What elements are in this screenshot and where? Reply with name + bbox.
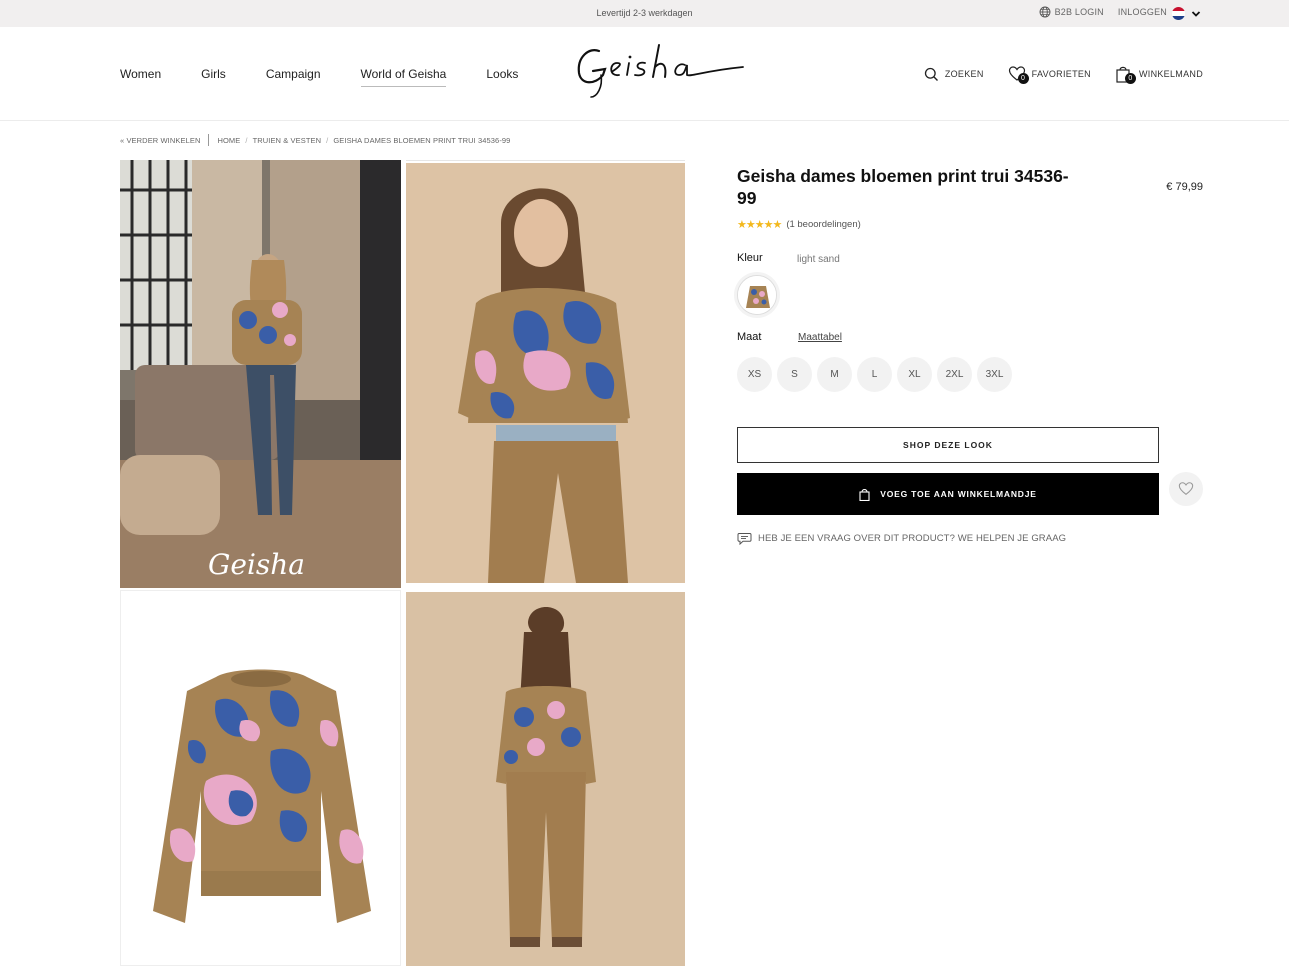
product-image-lifestyle[interactable]: Geisha [120,160,401,588]
product-rating[interactable]: ★★★★★ (1 beoordelingen) [737,218,861,231]
breadcrumb-divider [208,134,210,146]
size-option-xl[interactable]: XL [897,357,932,392]
product-image-back[interactable] [406,592,685,966]
breadcrumb-current: GEISHA DAMES BLOEMEN PRINT TRUI 34536-99 [333,135,511,145]
size-option-l[interactable]: L [857,357,892,392]
product-help-label: HEB JE EEN VRAAG OVER DIT PRODUCT? WE HE… [758,533,1067,544]
chevron-down-icon[interactable] [1191,9,1201,19]
size-selector: XS S M L XL 2XL 3XL [737,357,1012,392]
globe-icon [1039,6,1051,18]
heart-icon: 0 [1008,65,1029,84]
main-header: Women Girls Campaign World of Geisha Loo… [0,27,1289,121]
add-to-cart-button[interactable]: VOEG TOE AAN WINKELMANDJE [737,473,1159,515]
geisha-logo[interactable] [573,41,749,101]
gallery-watermark: Geisha [208,548,305,581]
color-label: Kleur [737,252,763,264]
nav-item-world-of-geisha[interactable]: World of Geisha [360,67,447,87]
nav-item-girls[interactable]: Girls [201,67,226,87]
header-actions: ZOEKEN 0 FAVORIETEN 0 WINKELMAND [924,65,1203,84]
nav-item-looks[interactable]: Looks [486,67,518,87]
product-title: Geisha dames bloemen print trui 34536-99 [737,166,1069,208]
top-bar-links: B2B LOGIN INLOGGEN [1039,6,1215,18]
login-link[interactable]: INLOGGEN [1118,7,1167,17]
color-swatch-light-sand[interactable] [737,275,777,315]
shop-the-look-button[interactable]: SHOP DEZE LOOK [737,427,1159,463]
product-price: € 79,99 [1166,181,1203,193]
continue-shopping-link[interactable]: « VERDER WINKELEN [120,136,200,145]
breadcrumb-category[interactable]: TRUIEN & VESTEN [253,136,322,145]
top-bar: Levertijd 2-3 werkdagen B2B LOGIN INLOGG… [0,0,1289,27]
cart-button[interactable]: 0 WINKELMAND [1115,65,1203,84]
cart-label: WINKELMAND [1138,69,1203,79]
size-option-2xl[interactable]: 2XL [937,357,972,392]
size-option-s[interactable]: S [777,357,812,392]
heart-icon [1178,482,1194,496]
star-rating-icon: ★★★★★ [737,219,782,231]
product-image-packshot[interactable] [120,590,401,966]
review-count: (1 beoordelingen) [786,219,861,230]
cart-count-badge: 0 [1124,73,1136,84]
nav-item-women[interactable]: Women [120,67,161,87]
favorites-count-badge: 0 [1017,73,1029,84]
size-label: Maat [737,331,762,343]
netherlands-flag-icon[interactable] [1172,7,1185,20]
search-label: ZOEKEN [944,69,984,79]
main-nav: Women Girls Campaign World of Geisha Loo… [120,67,518,87]
favorites-label: FAVORIETEN [1031,69,1091,79]
size-option-xs[interactable]: XS [737,357,772,392]
chat-bubble-icon [737,533,752,545]
search-button[interactable]: ZOEKEN [924,65,984,83]
add-to-cart-label: VOEG TOE AAN WINKELMANDJE [880,489,1037,499]
add-to-favorites-button[interactable] [1169,472,1203,506]
color-value: light sand [797,254,840,265]
favorites-button[interactable]: 0 FAVORIETEN [1008,65,1091,84]
nav-item-campaign[interactable]: Campaign [266,67,321,87]
breadcrumb: « VERDER WINKELEN HOME / TRUIEN & VESTEN… [120,134,511,146]
product-image-front[interactable] [406,163,685,583]
b2b-login-label: B2B LOGIN [1054,7,1104,17]
product-help-link[interactable]: HEB JE EEN VRAAG OVER DIT PRODUCT? WE HE… [737,532,1066,545]
b2b-login-link[interactable]: B2B LOGIN [1039,6,1104,18]
shopping-bag-icon: 0 [1115,65,1136,84]
shopping-bag-icon [859,488,870,501]
breadcrumb-home[interactable]: HOME [217,136,240,145]
size-chart-link[interactable]: Maattabel [798,332,842,343]
size-option-3xl[interactable]: 3XL [977,357,1012,392]
size-option-m[interactable]: M [817,357,852,392]
search-icon [924,67,938,81]
